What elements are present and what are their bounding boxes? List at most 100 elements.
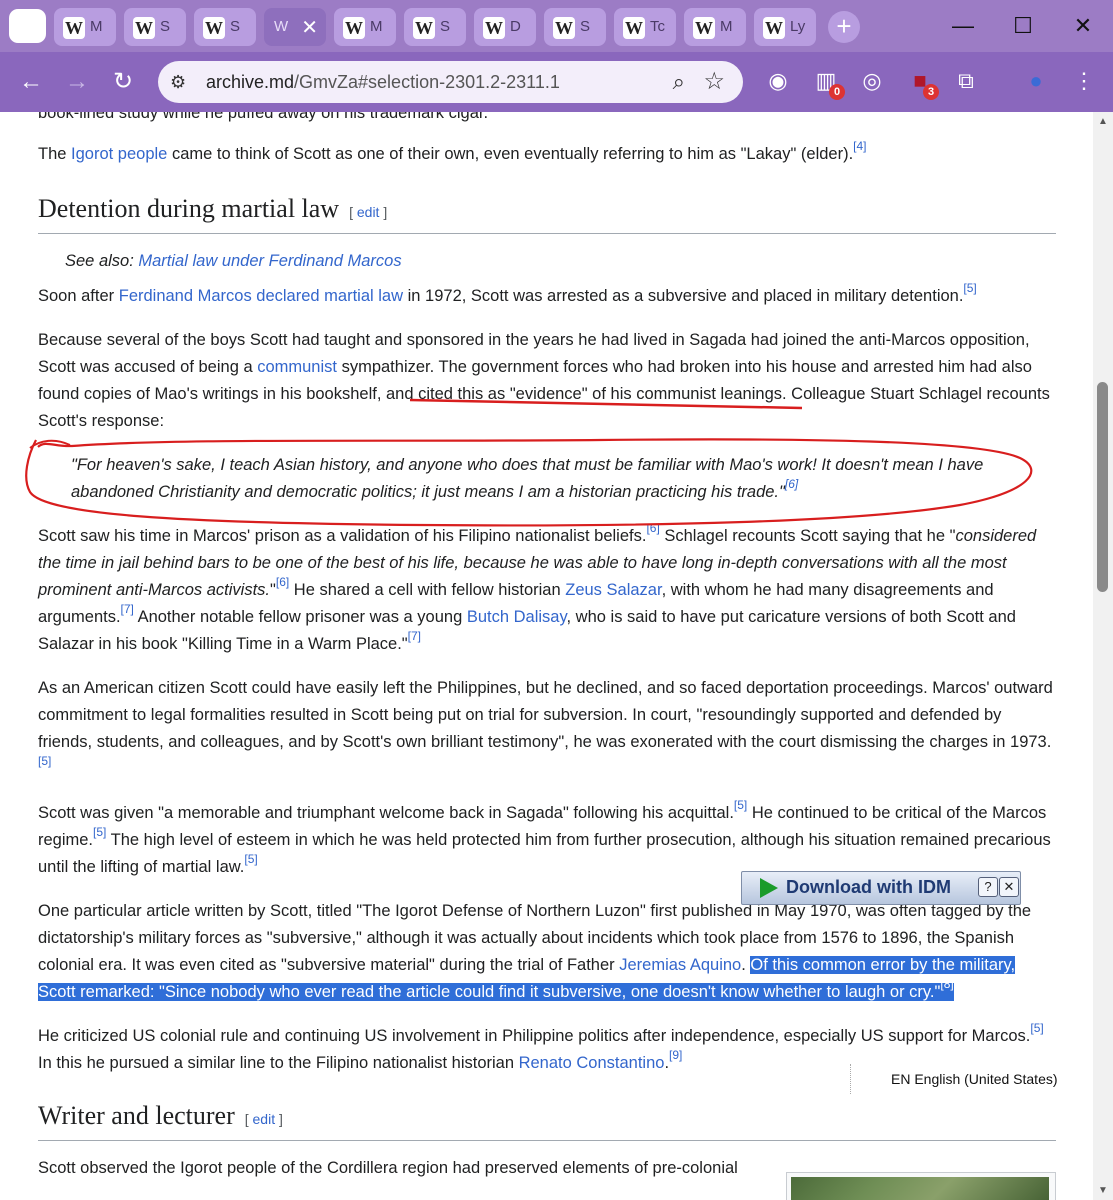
text: in 1972, Scott was arrested as a subvers… — [403, 287, 964, 305]
link-butch-dalisay[interactable]: Butch Dalisay — [467, 608, 567, 626]
wikipedia-icon: W — [763, 17, 785, 39]
citation-link[interactable]: [6] — [785, 477, 798, 491]
wikipedia-icon: W — [343, 17, 365, 39]
wikipedia-icon: W — [63, 17, 85, 39]
url-text[interactable]: archive.md/GmvZa#selection-2301.2-2311.1 — [206, 72, 560, 93]
back-button[interactable]: ← — [14, 65, 48, 99]
lastpass-extension-icon[interactable]: ■ 3 — [905, 66, 939, 100]
citation-link[interactable]: [7] — [121, 602, 134, 616]
text: As an American citizen Scott could have … — [38, 679, 1053, 751]
language-bar[interactable]: EN English (United States) — [850, 1064, 1093, 1094]
tab-title: S — [230, 18, 241, 35]
minimize-button[interactable]: — — [933, 0, 993, 52]
tab-11[interactable]: W Ly — [754, 8, 816, 46]
forward-button[interactable]: → — [60, 65, 94, 99]
tab-3[interactable]: WS — [194, 8, 256, 46]
paragraph-text: book-lined study while he puffed away on… — [38, 112, 489, 122]
wikipedia-icon: W — [413, 17, 435, 39]
link-martial-law[interactable]: Martial law under Ferdinand Marcos — [138, 252, 401, 270]
tab-title: S — [160, 18, 171, 35]
address-bar[interactable]: ⚙ archive.md/GmvZa#selection-2301.2-2311… — [158, 61, 743, 103]
tab-title: D — [510, 18, 521, 35]
tab-5[interactable]: WM — [334, 8, 396, 46]
tab-7[interactable]: WD — [474, 8, 536, 46]
profile-avatar-icon[interactable]: ● — [1021, 66, 1051, 96]
link-jeremias-aquino[interactable]: Jeremias Aquino — [619, 956, 741, 974]
bookmark-star-icon[interactable]: ☆ — [703, 67, 725, 96]
wikipedia-icon: W — [693, 17, 715, 39]
article-image[interactable] — [786, 1172, 1056, 1200]
link-communist[interactable]: communist — [257, 358, 337, 376]
paragraph-igorot: The Igorot people came to think of Scott… — [38, 139, 1056, 168]
close-window-button[interactable]: ✕ — [1053, 0, 1113, 52]
text: Scott saw his time in Marcos' prison as … — [38, 527, 647, 545]
citation-link[interactable]: [6] — [646, 521, 659, 535]
new-tab-button[interactable]: + — [828, 11, 860, 43]
translate-extension-icon[interactable]: ◉ — [763, 66, 793, 96]
citation-link[interactable]: [5] — [244, 852, 257, 866]
tab-title: S — [440, 18, 451, 35]
edit-link[interactable]: edit — [357, 204, 380, 220]
citation-link[interactable]: [5] — [93, 825, 106, 839]
paragraph-prison: Scott saw his time in Marcos' prison as … — [38, 521, 1056, 658]
wikipedia-icon: W — [133, 17, 155, 39]
tab-1[interactable]: WM — [54, 8, 116, 46]
edit-link[interactable]: edit — [253, 1111, 276, 1127]
scrollbar-thumb[interactable] — [1097, 382, 1108, 592]
section-heading-writer: Writer and lecturer [ edit ] — [38, 1099, 1056, 1141]
idm-label: Download with IDM — [786, 877, 951, 897]
citation-link[interactable]: [4] — [853, 139, 866, 153]
text: Scott was given "a memorable and triumph… — [38, 804, 734, 822]
citation-link[interactable]: [8] — [940, 977, 953, 991]
tab-title: S — [580, 18, 591, 35]
link-igorot-people[interactable]: Igorot people — [71, 145, 167, 163]
citation-link[interactable]: [7] — [408, 629, 421, 643]
link-renato-constantino[interactable]: Renato Constantino — [519, 1054, 665, 1072]
tab-title: M — [370, 18, 383, 35]
scroll-down-icon[interactable]: ▼ — [1098, 1185, 1108, 1196]
article-body: book-lined study while he puffed away on… — [38, 112, 1056, 1199]
link-zeus-salazar[interactable]: Zeus Salazar — [565, 581, 661, 599]
site-info-icon[interactable]: ⚙ — [170, 72, 190, 92]
tab-2[interactable]: WS — [124, 8, 186, 46]
zoom-icon[interactable]: ⌕ — [673, 69, 685, 95]
extensions-puzzle-icon[interactable]: ⧉ — [951, 66, 981, 96]
scroll-up-icon[interactable]: ▲ — [1098, 116, 1108, 127]
idm-help-button[interactable]: ? — [978, 877, 998, 897]
citation-link[interactable]: [5] — [963, 281, 976, 295]
tab-title: M — [90, 18, 103, 35]
tab-search-button[interactable] — [9, 9, 46, 43]
text: He shared a cell with fellow historian — [289, 581, 566, 599]
citation-link[interactable]: [5] — [1030, 1021, 1043, 1035]
idm-download-button[interactable]: Download with IDM ? ✕ — [741, 871, 1021, 905]
citation-link[interactable]: [5] — [38, 754, 51, 768]
citation-link[interactable]: [6] — [276, 575, 289, 589]
wikipedia-icon: W — [553, 17, 575, 39]
citation-link[interactable]: [9] — [669, 1048, 682, 1062]
text: The high level of esteem in which he was… — [38, 831, 1051, 876]
extension-badge: 0 — [829, 84, 845, 100]
tab-active[interactable]: W ✕ — [264, 8, 326, 46]
tab-8[interactable]: WS — [544, 8, 606, 46]
maximize-button[interactable]: ☐ — [993, 0, 1053, 52]
text: Another notable fellow prisoner was a yo… — [133, 608, 467, 626]
menu-kebab-icon[interactable]: ⋮ — [1069, 66, 1099, 96]
paragraph-because: Because several of the boys Scott had ta… — [38, 327, 1056, 435]
citation-link[interactable]: [5] — [734, 798, 747, 812]
tab-9[interactable]: W Tc — [614, 8, 676, 46]
ublock-extension-icon[interactable]: ▥ 0 — [811, 66, 845, 100]
idm-close-button[interactable]: ✕ — [999, 877, 1019, 897]
text: The — [38, 145, 72, 163]
tab-6[interactable]: WS — [404, 8, 466, 46]
tab-10[interactable]: WM — [684, 8, 746, 46]
tab-title: W — [274, 18, 289, 35]
extension-badge: 3 — [923, 84, 939, 100]
close-tab-icon[interactable]: ✕ — [301, 15, 318, 40]
text: He criticized US colonial rule and conti… — [38, 1027, 1031, 1045]
reload-button[interactable]: ↻ — [106, 65, 140, 99]
camera-extension-icon[interactable]: ◎ — [857, 66, 887, 96]
link-marcos-martial-law[interactable]: Ferdinand Marcos declared martial law — [119, 287, 403, 305]
heading-text: Writer and lecturer — [38, 1101, 235, 1130]
see-also-label: See also: — [65, 252, 139, 270]
page-scrollbar[interactable]: ▲ ▼ — [1093, 112, 1113, 1200]
